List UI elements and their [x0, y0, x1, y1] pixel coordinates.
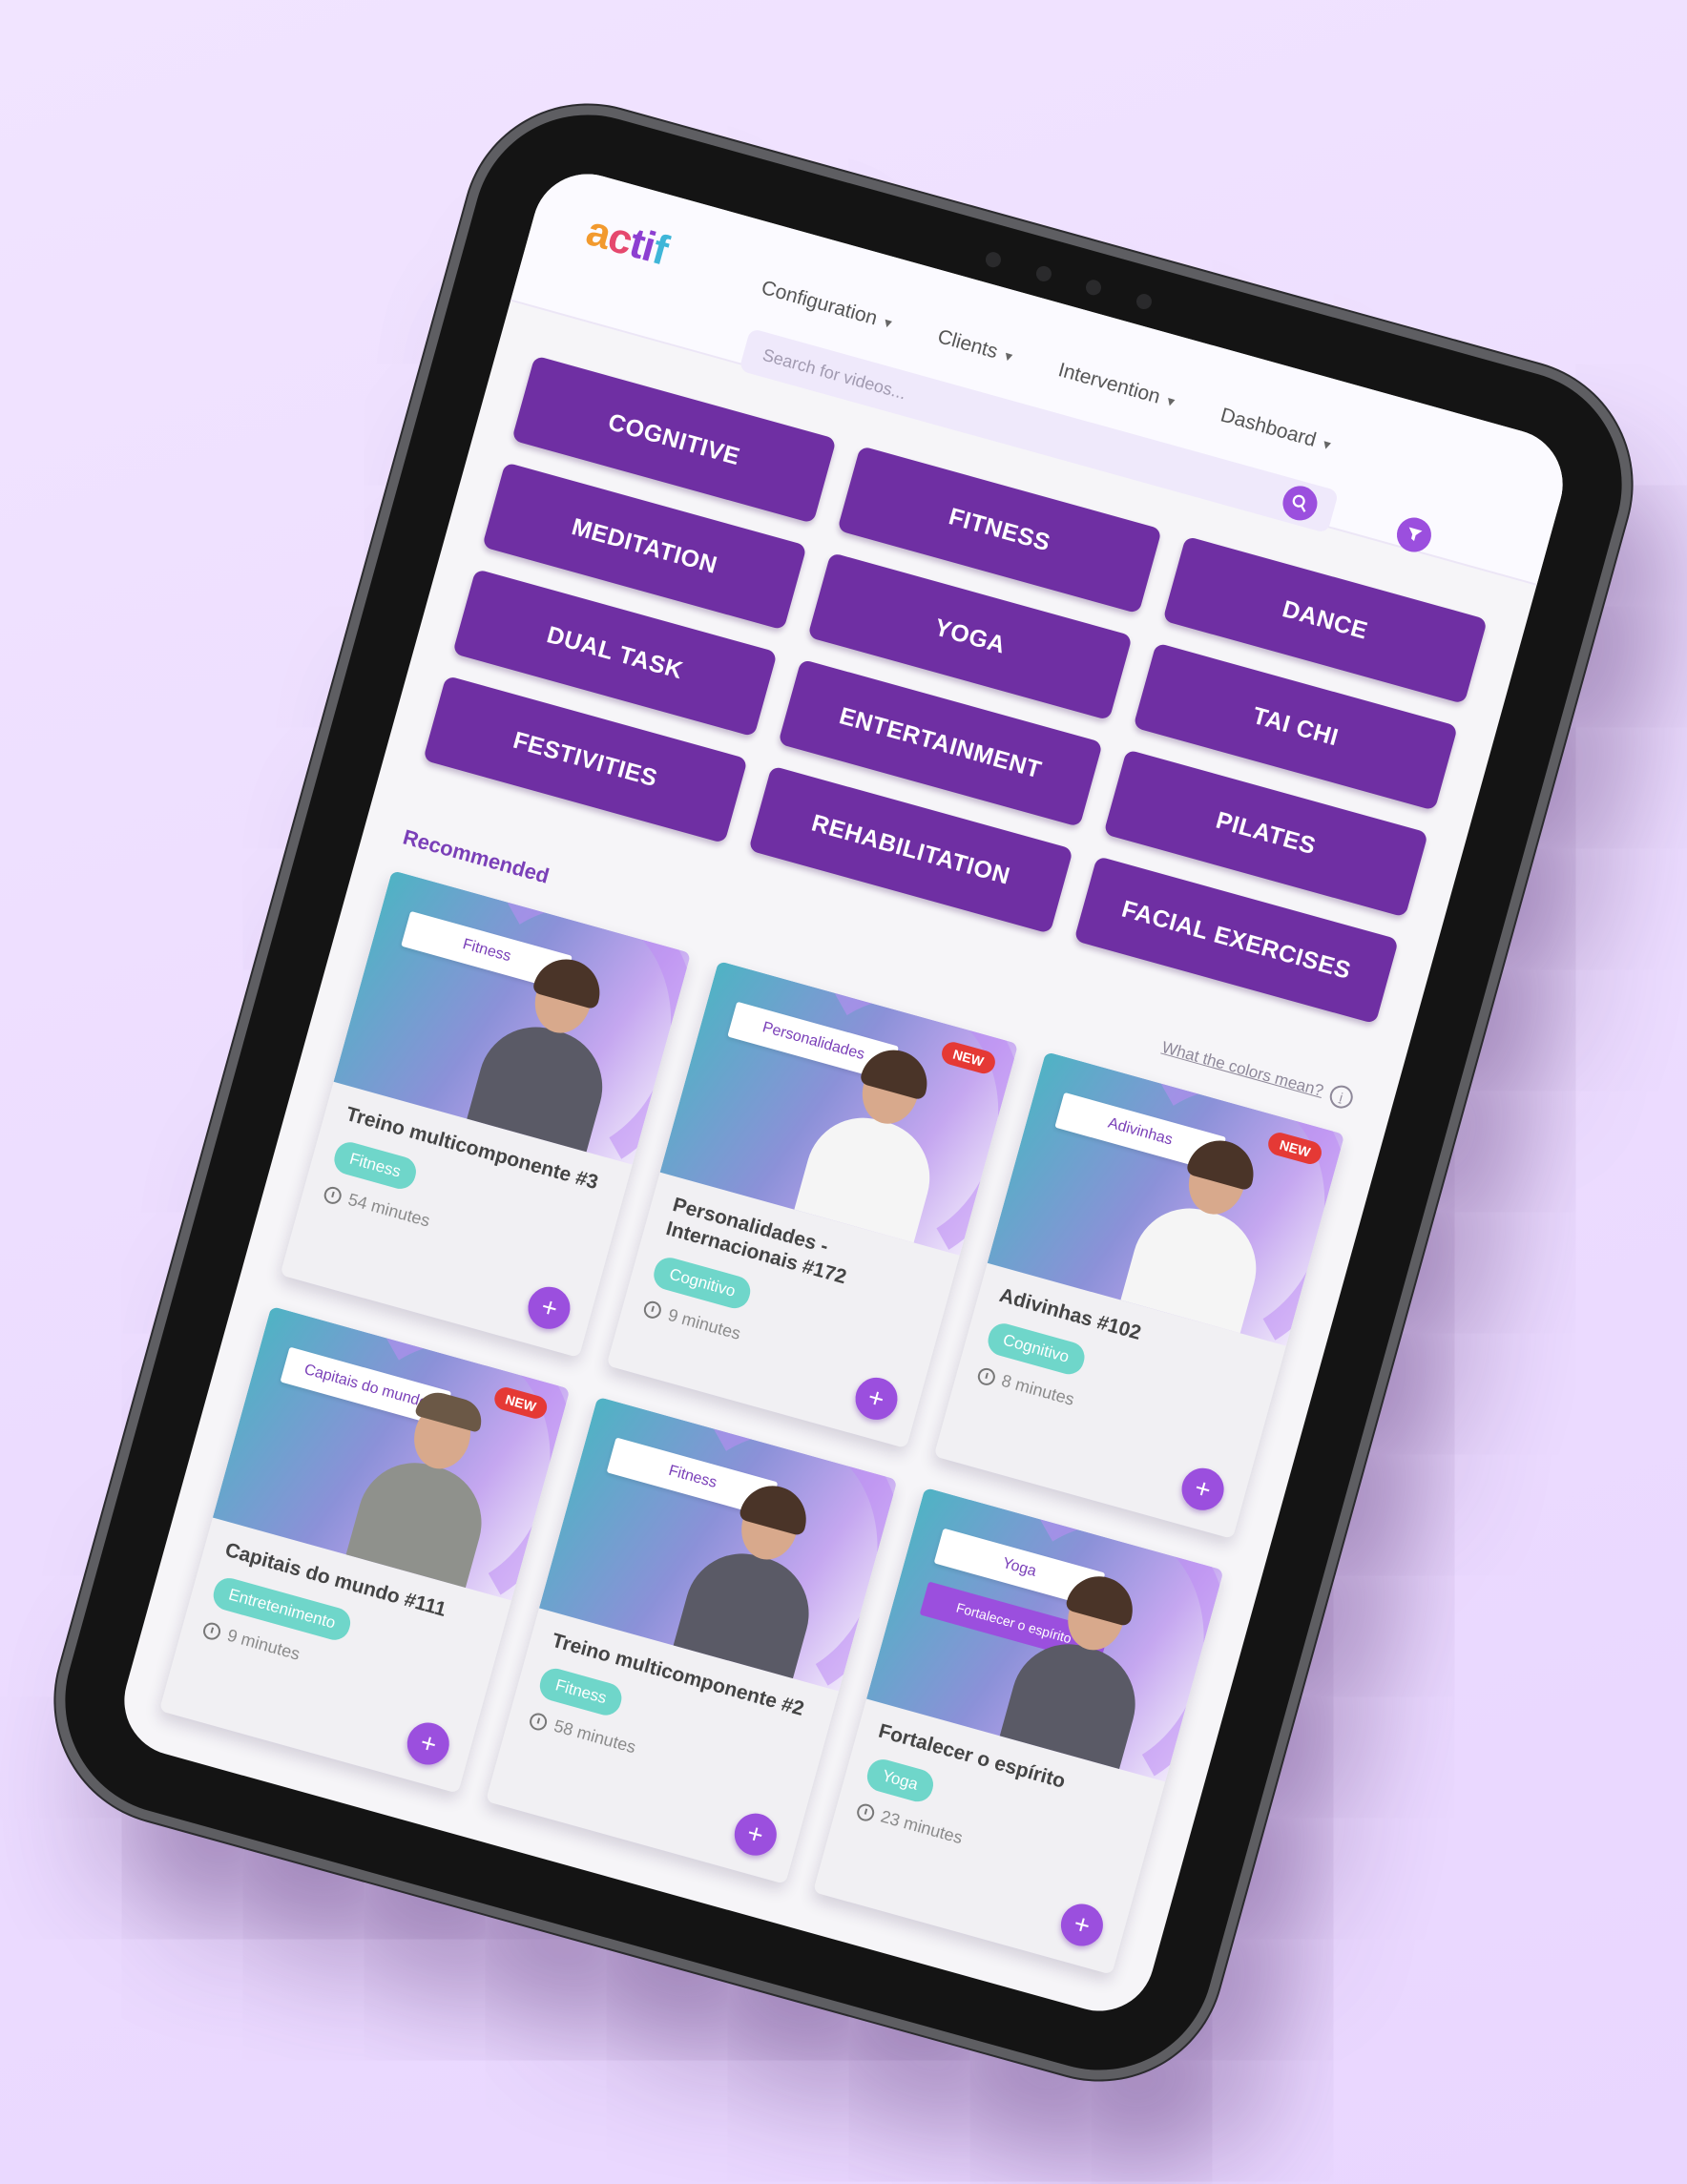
filter-button[interactable]	[1392, 512, 1436, 556]
nav-configuration[interactable]: Configuration ▼	[759, 276, 897, 335]
chevron-down-icon: ▼	[880, 313, 896, 331]
video-duration: 23 minutes	[854, 1799, 1118, 1890]
category-tag: Cognitivo	[651, 1253, 755, 1311]
chevron-down-icon: ▼	[1319, 435, 1335, 453]
category-tag: Fitness	[330, 1138, 420, 1193]
clock-icon	[854, 1800, 876, 1822]
video-duration: 58 minutes	[528, 1709, 792, 1799]
category-tag: Fitness	[536, 1665, 626, 1719]
video-duration: 9 minutes	[642, 1298, 906, 1388]
clock-icon	[975, 1364, 997, 1387]
add-button[interactable]: +	[403, 1717, 455, 1770]
actif-logo[interactable]: actif	[581, 207, 673, 275]
clock-icon	[322, 1184, 344, 1206]
tablet-screen: actif Configuration ▼ Clients ▼ Interventi…	[112, 160, 1575, 2024]
clock-icon	[642, 1299, 664, 1321]
chevron-down-icon: ▼	[1162, 391, 1179, 409]
video-duration: 8 minutes	[975, 1364, 1239, 1455]
clock-icon	[528, 1710, 550, 1732]
clock-icon	[201, 1619, 223, 1641]
plus-icon: +	[537, 1290, 561, 1323]
nav-clients[interactable]: Clients ▼	[935, 325, 1017, 368]
info-icon: i	[1326, 1082, 1356, 1111]
filter-icon	[1408, 527, 1423, 541]
plus-icon: +	[1071, 1907, 1094, 1941]
plus-icon: +	[417, 1726, 441, 1759]
add-button[interactable]: +	[1055, 1898, 1108, 1951]
add-button[interactable]: +	[729, 1807, 781, 1861]
category-tag: Cognitivo	[984, 1320, 1088, 1378]
tablet-frame: actif Configuration ▼ Clients ▼ Interventi…	[38, 88, 1649, 2096]
tablet-device: actif Configuration ▼ Clients ▼ Interventi…	[38, 88, 1649, 2096]
nav-dashboard[interactable]: Dashboard ▼	[1218, 404, 1336, 457]
nav-intervention[interactable]: Intervention ▼	[1055, 359, 1179, 414]
plus-icon: +	[1191, 1471, 1215, 1505]
search-icon	[1292, 494, 1306, 512]
plus-icon: +	[864, 1381, 888, 1414]
video-duration: 54 minutes	[322, 1183, 586, 1274]
category-tag: Yoga	[863, 1756, 937, 1805]
add-button[interactable]: +	[523, 1281, 575, 1334]
add-button[interactable]: +	[1177, 1463, 1229, 1515]
plus-icon: +	[743, 1817, 767, 1850]
chevron-down-icon: ▼	[1000, 346, 1017, 364]
